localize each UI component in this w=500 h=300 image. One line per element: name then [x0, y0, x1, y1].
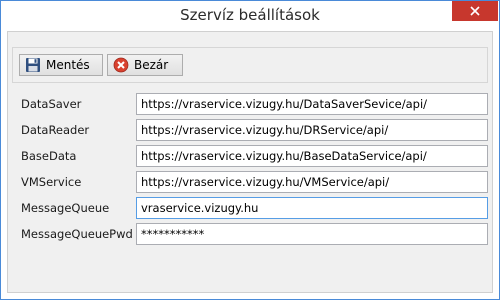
save-button[interactable]: Mentés — [19, 54, 103, 76]
basedata-field[interactable] — [136, 145, 488, 167]
window-title: Szervíz beállítások — [180, 6, 320, 24]
label-datareader: DataReader — [21, 123, 90, 137]
cancel-icon — [113, 57, 129, 73]
messagequeue-field[interactable] — [136, 197, 488, 219]
window-close-button[interactable] — [452, 1, 498, 21]
save-button-label: Mentés — [46, 58, 90, 72]
vmservice-field[interactable] — [136, 171, 488, 193]
close-button[interactable]: Bezár — [107, 54, 183, 76]
datasaver-field[interactable] — [136, 93, 488, 115]
floppy-disk-icon — [26, 58, 40, 72]
toolbar: Mentés Bezár — [12, 47, 488, 83]
label-messagequeuepwd: MessageQueuePwd — [21, 227, 133, 241]
label-vmservice: VMService — [21, 175, 82, 189]
settings-window: Szervíz beállítások Mentés Bezár DataSav… — [0, 0, 500, 300]
content-panel: Mentés Bezár DataSaver DataReader BaseDa… — [7, 31, 493, 293]
messagequeuepwd-field[interactable] — [136, 223, 488, 245]
label-messagequeue: MessageQueue — [21, 201, 110, 215]
label-basedata: BaseData — [21, 149, 77, 163]
label-datasaver: DataSaver — [21, 97, 82, 111]
close-button-label: Bezár — [134, 58, 169, 72]
datareader-field[interactable] — [136, 119, 488, 141]
close-icon — [470, 6, 480, 16]
title-bar[interactable]: Szervíz beállítások — [1, 1, 499, 30]
